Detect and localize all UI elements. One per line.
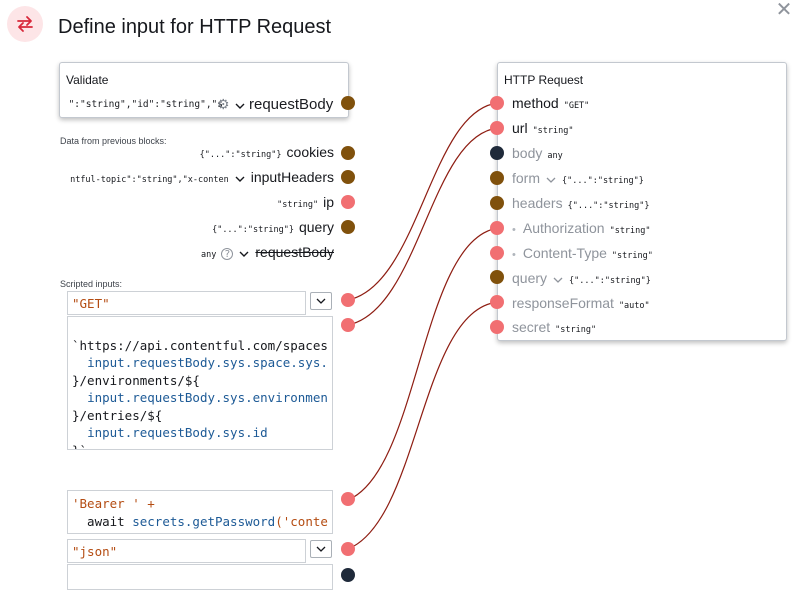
http-input-query[interactable]: query {"...":"string"} — [512, 270, 651, 290]
cookies-port[interactable] — [341, 146, 355, 160]
headers-input-port[interactable] — [490, 196, 504, 210]
responseformat-input-port[interactable] — [490, 295, 504, 309]
wire-response-format — [347, 301, 499, 550]
close-icon[interactable]: ✕ — [774, 0, 794, 20]
http-input-body: body any — [512, 145, 563, 161]
http-input-responseformat: responseFormat "auto" — [512, 295, 650, 311]
validate-value-preview: ":"string","id":"string","s — [68, 99, 223, 110]
form-input-port[interactable] — [490, 171, 504, 185]
authorization-script-port[interactable] — [341, 492, 355, 506]
prev-row-ip: "string" ip — [277, 194, 334, 210]
url-script-editor[interactable]: `https://api.contentful.com/spaces input… — [67, 316, 333, 450]
prev-row-requestbody: any ? requestBody — [201, 244, 334, 260]
format-dropdown-button[interactable] — [310, 540, 332, 558]
http-request-block[interactable]: HTTP Request method "GET" url "string" bod… — [497, 62, 787, 341]
method-script-port[interactable] — [341, 293, 355, 307]
format-script-input[interactable]: "json" — [67, 539, 306, 563]
chevron-down-icon[interactable] — [552, 274, 564, 286]
body-input-port[interactable] — [490, 146, 504, 160]
format-script-port[interactable] — [341, 542, 355, 556]
validate-output-port[interactable] — [341, 96, 355, 110]
validate-title: Validate — [66, 73, 109, 87]
url-script-port[interactable] — [341, 318, 355, 332]
query-port[interactable] — [341, 220, 355, 234]
empty-script-port[interactable] — [341, 568, 355, 582]
chevron-down-icon[interactable] — [545, 174, 557, 186]
previous-blocks-label: Data from previous blocks: — [60, 136, 167, 146]
prev-row-query: {"...":"string"} query — [212, 219, 334, 235]
chevron-down-icon[interactable] — [234, 100, 246, 112]
wire-url — [347, 127, 499, 326]
chevron-down-icon — [316, 546, 326, 552]
http-input-method: method "GET" — [512, 95, 590, 111]
http-input-authorization: • Authorization "string" — [512, 220, 651, 236]
http-input-form[interactable]: form {"...":"string"} — [512, 170, 644, 190]
http-input-secret: secret "string" — [512, 319, 597, 335]
http-input-url: url "string" — [512, 120, 574, 136]
help-icon[interactable]: ? — [221, 248, 234, 260]
inputheaders-port[interactable] — [341, 170, 355, 184]
method-script-input[interactable]: "GET" — [67, 291, 306, 315]
prev-row-inputheaders: ntful-topic":"string","x-conten inputHea… — [70, 169, 334, 185]
http-input-headers: headers {"...":"string"} — [512, 195, 650, 211]
method-input-port[interactable] — [490, 96, 504, 110]
authorization-input-port[interactable] — [490, 221, 504, 235]
secret-input-port[interactable] — [490, 320, 504, 334]
http-request-title: HTTP Request — [504, 73, 584, 87]
ip-port[interactable] — [341, 195, 355, 209]
wire-authorization — [347, 227, 499, 501]
chevron-down-icon[interactable] — [234, 173, 246, 185]
empty-script-input[interactable] — [67, 564, 333, 590]
scripted-inputs-label: Scripted inputs: — [60, 279, 123, 289]
validate-block[interactable]: Validate ":"string","id":"string","s ⚙ r… — [59, 62, 349, 118]
validate-output-name: requestBody — [249, 96, 334, 113]
authorization-script-editor[interactable]: 'Bearer ' + await secrets.getPassword('c… — [67, 490, 333, 534]
wire-method — [347, 102, 499, 301]
method-dropdown-button[interactable] — [310, 292, 332, 310]
gear-icon[interactable]: ⚙ — [217, 96, 230, 113]
chevron-down-icon — [316, 298, 326, 304]
content-type-input-port[interactable] — [490, 246, 504, 260]
dialog-title: Define input for HTTP Request — [58, 16, 332, 38]
chevron-down-icon[interactable] — [238, 248, 250, 260]
url-input-port[interactable] — [490, 121, 504, 135]
prev-row-cookies: {"...":"string"} cookies — [199, 144, 334, 160]
http-input-content-type: • Content-Type "string" — [512, 245, 653, 261]
query-input-port[interactable] — [490, 270, 504, 284]
swap-arrows-icon — [7, 6, 43, 42]
